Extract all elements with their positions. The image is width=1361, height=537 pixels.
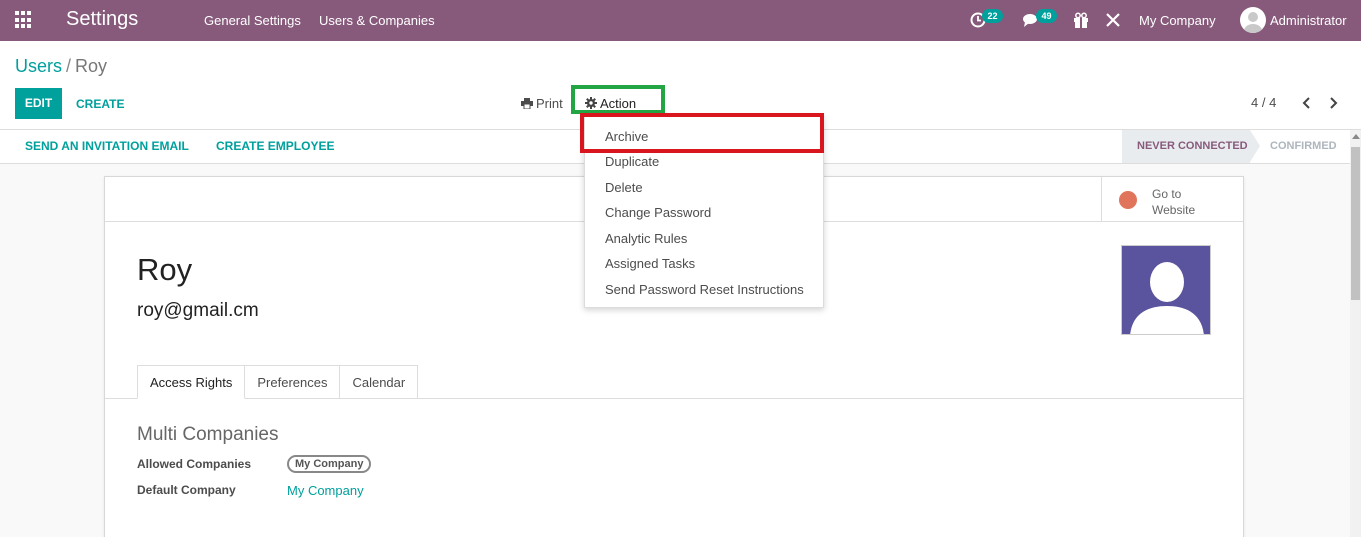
- stage-confirmed[interactable]: CONFIRMED: [1270, 130, 1337, 163]
- breadcrumb: Users / Roy: [15, 56, 107, 77]
- edit-button[interactable]: EDIT: [15, 88, 62, 119]
- menu-item-change-password[interactable]: Change Password: [605, 205, 711, 220]
- printer-icon: [521, 98, 533, 110]
- scroll-up-arrow-icon[interactable]: [1352, 134, 1360, 139]
- action-highlight-box: [571, 85, 665, 114]
- activity-badge: 22: [982, 9, 1003, 23]
- section-title: Multi Companies: [137, 424, 279, 445]
- globe-icon: [1119, 191, 1137, 209]
- scrollbar[interactable]: [1350, 130, 1361, 537]
- user-name[interactable]: Roy: [137, 252, 192, 288]
- menu-item-analytic-rules[interactable]: Analytic Rules: [605, 231, 687, 246]
- breadcrumb-users[interactable]: Users: [15, 56, 62, 76]
- app-title[interactable]: Settings: [66, 8, 138, 31]
- company-switcher[interactable]: My Company: [1139, 13, 1216, 28]
- menu-item-delete[interactable]: Delete: [605, 180, 643, 195]
- go-to-website-button[interactable]: Go to Website: [1101, 177, 1243, 221]
- tab-preferences[interactable]: Preferences: [245, 365, 341, 399]
- website-button-line1: Go to: [1152, 187, 1182, 201]
- user-avatar-icon[interactable]: [1240, 7, 1266, 33]
- user-menu[interactable]: Administrator: [1270, 13, 1347, 28]
- tab-access-rights[interactable]: Access Rights: [137, 365, 246, 399]
- menu-users-companies[interactable]: Users & Companies: [319, 13, 435, 28]
- breadcrumb-separator: /: [66, 56, 72, 76]
- user-email[interactable]: roy@gmail.cm: [137, 300, 259, 322]
- chevron-right-icon[interactable]: [1329, 96, 1339, 110]
- default-company-link[interactable]: My Company: [287, 483, 364, 498]
- pager-value[interactable]: 4 / 4: [1251, 95, 1276, 110]
- gift-icon[interactable]: [1072, 11, 1090, 29]
- website-button-line2: Website: [1152, 203, 1196, 217]
- apps-grid-icon[interactable]: [15, 11, 33, 29]
- stage-never-connected[interactable]: NEVER CONNECTED: [1122, 130, 1260, 163]
- breadcrumb-current: Roy: [75, 56, 108, 76]
- default-company-label: Default Company: [137, 483, 236, 497]
- messages-badge: 49: [1036, 9, 1057, 23]
- top-navbar: Settings General Settings Users & Compan…: [0, 0, 1361, 41]
- menu-general-settings[interactable]: General Settings: [204, 13, 301, 28]
- create-employee-button[interactable]: CREATE EMPLOYEE: [216, 139, 334, 153]
- send-invitation-button[interactable]: SEND AN INVITATION EMAIL: [25, 139, 189, 153]
- form-tabs: Access Rights Preferences Calendar: [137, 365, 419, 399]
- debug-tools-icon[interactable]: [1104, 11, 1122, 29]
- menu-item-send-password-reset[interactable]: Send Password Reset Instructions: [605, 282, 804, 297]
- create-button[interactable]: CREATE: [76, 97, 124, 111]
- tab-calendar[interactable]: Calendar: [340, 365, 419, 399]
- print-label: Print: [536, 96, 563, 111]
- chevron-left-icon[interactable]: [1301, 96, 1311, 110]
- menu-item-duplicate[interactable]: Duplicate: [605, 154, 659, 169]
- menu-item-assigned-tasks[interactable]: Assigned Tasks: [605, 256, 695, 271]
- allowed-companies-label: Allowed Companies: [137, 457, 252, 471]
- allowed-company-tag[interactable]: My Company: [287, 455, 372, 473]
- person-silhouette-icon[interactable]: [1121, 245, 1211, 335]
- print-button[interactable]: Print: [521, 96, 563, 111]
- scrollbar-thumb[interactable]: [1351, 147, 1360, 300]
- archive-highlight-box: [580, 113, 824, 153]
